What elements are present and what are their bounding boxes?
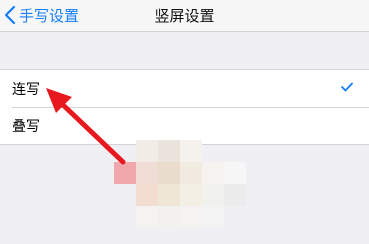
annotation-arrow [46,88,126,165]
